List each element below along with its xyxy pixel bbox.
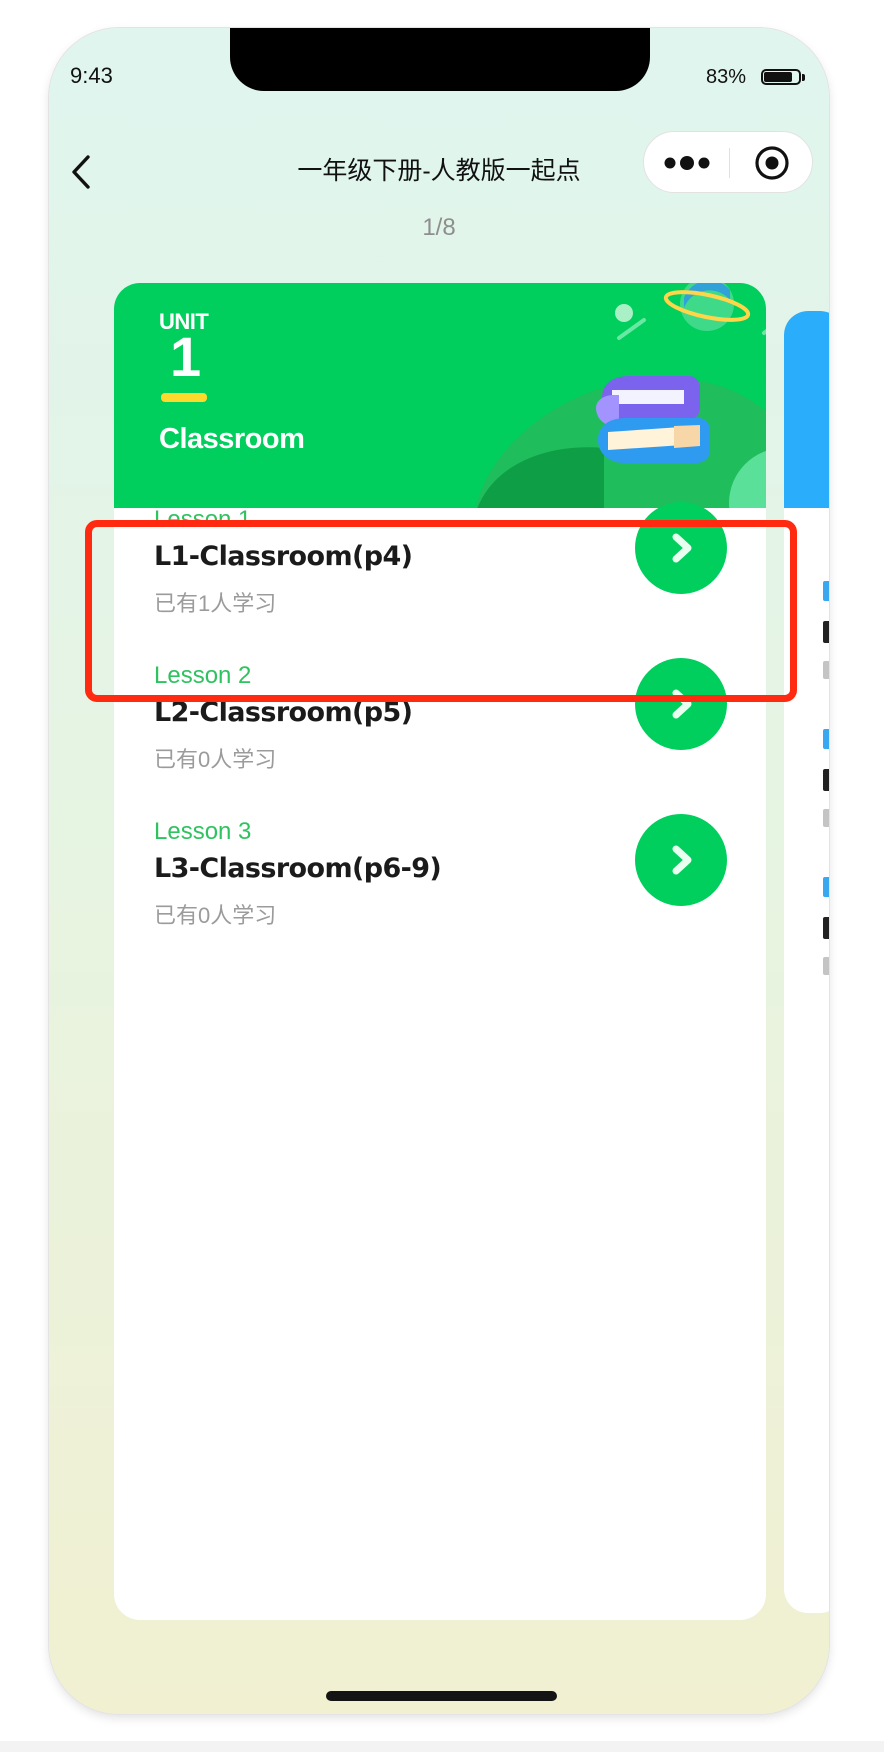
next-lesson-count-fragment [823,957,829,975]
lesson-go-button[interactable] [635,814,727,906]
next-lesson-name-fragment [823,917,829,939]
unit-number: 1 [170,325,202,388]
next-lesson-count-fragment [823,661,829,679]
close-program-button[interactable] [730,132,814,194]
battery-icon [761,69,807,87]
chevron-right-icon [672,533,692,563]
next-lesson-count-fragment [823,809,829,827]
unit-card: UNIT 1 Classroom Lesson 1 L1-Classroom(p… [114,283,766,1620]
next-lesson-name-fragment [823,769,829,791]
more-dots-icon [664,156,709,170]
lesson-tag: Lesson 1 [154,506,252,533]
phone-notch [230,28,650,91]
chevron-left-icon [72,155,90,189]
lesson-tag: Lesson 2 [154,662,252,689]
phone-frame: 9:43 83% 一年级下册-人教版一起点 1/8 UNIT 1 Classro… [49,28,829,1714]
lesson-go-button[interactable] [635,502,727,594]
lesson-learner-count: 已有0人学习 [154,903,277,928]
next-lesson-tag-fragment [823,581,829,601]
lesson-tag: Lesson 3 [154,818,252,845]
page-title: 一年级下册-人教版一起点 [297,157,581,185]
lesson-go-button[interactable] [635,658,727,750]
lesson-name: L3-Classroom(p6-9) [154,853,442,884]
back-button[interactable] [63,147,99,197]
lesson-item-1[interactable]: Lesson 1 L1-Classroom(p4) 已有1人学习 [114,502,766,656]
lesson-name: L2-Classroom(p5) [154,697,413,728]
lesson-item-3[interactable]: Lesson 3 L3-Classroom(p6-9) 已有0人学习 [114,814,766,968]
lesson-name: L1-Classroom(p4) [154,541,413,572]
target-circle-icon [755,146,789,180]
status-time: 9:43 [70,63,113,88]
mini-program-capsule [643,131,813,193]
lesson-learner-count: 已有1人学习 [154,591,277,616]
home-indicator[interactable] [326,1691,557,1701]
lesson-learner-count: 已有0人学习 [154,747,277,772]
unit-header[interactable]: UNIT 1 Classroom [114,283,766,508]
next-lesson-name-fragment [823,621,829,643]
next-unit-header [784,311,829,508]
books-planet-illustration [475,283,766,508]
chevron-right-icon [672,845,692,875]
page-indicator: 1/8 [422,214,456,241]
next-lesson-tag-fragment [823,729,829,749]
next-unit-card[interactable] [784,311,829,1613]
next-lesson-tag-fragment [823,877,829,897]
unit-underline [161,393,207,402]
battery-percent: 83% [706,66,747,88]
page-bottom-strip [0,1741,884,1752]
more-button[interactable] [644,132,729,194]
unit-title: Classroom [159,423,305,455]
lesson-item-2[interactable]: Lesson 2 L2-Classroom(p5) 已有0人学习 [114,658,766,812]
chevron-right-icon [672,689,692,719]
